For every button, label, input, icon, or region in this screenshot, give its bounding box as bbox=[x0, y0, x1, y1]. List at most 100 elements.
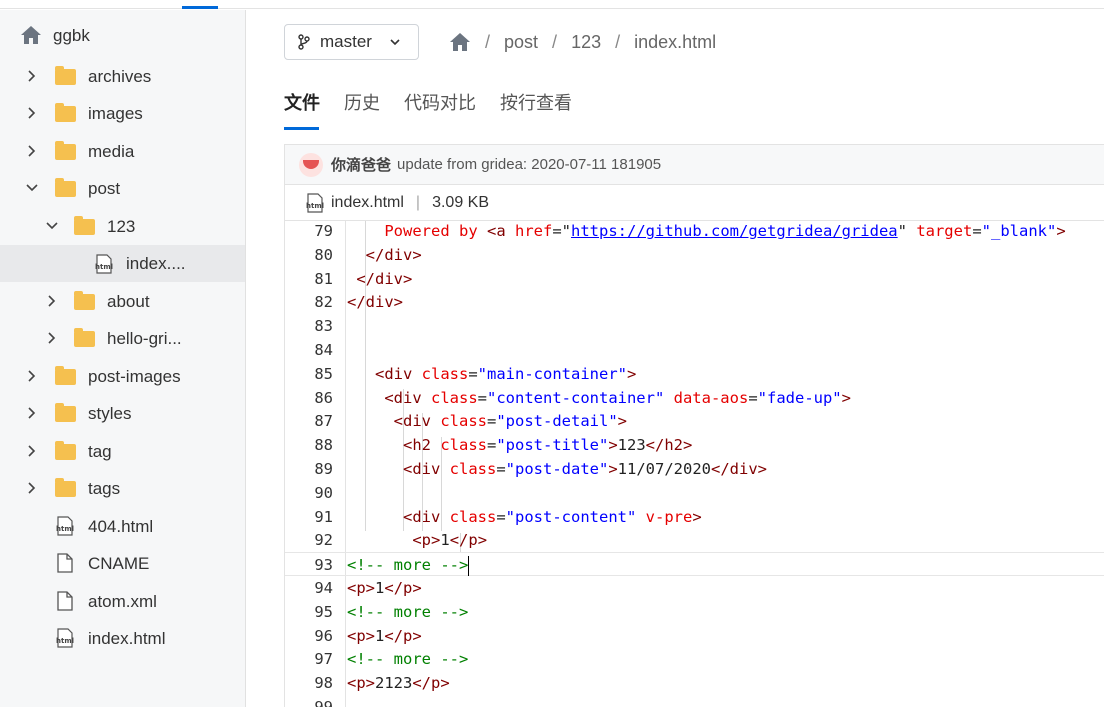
tree-item-archives[interactable]: archives bbox=[0, 58, 245, 95]
avatar[interactable] bbox=[299, 152, 323, 177]
tree-item-label: styles bbox=[88, 403, 132, 423]
home-icon bbox=[20, 25, 42, 50]
chevron-down-icon[interactable] bbox=[26, 182, 38, 194]
tree-item-images[interactable]: images bbox=[0, 95, 245, 132]
breadcrumb-item[interactable]: post bbox=[504, 32, 538, 53]
chevron-right-icon[interactable] bbox=[26, 107, 38, 119]
line-number: 96 bbox=[314, 626, 333, 645]
line-number: 83 bbox=[314, 317, 333, 336]
tab-diff[interactable]: 代码对比 bbox=[404, 90, 476, 130]
tree-item-post[interactable]: post bbox=[0, 170, 245, 207]
chevron-right-icon[interactable] bbox=[26, 70, 38, 82]
svg-text:html: html bbox=[56, 525, 74, 533]
code-line: 94 <p>1</p> bbox=[285, 576, 1104, 600]
line-number: 84 bbox=[314, 341, 333, 359]
line-content: Powered by <a href="https://github.com/g… bbox=[375, 222, 1066, 240]
chevron-right-icon[interactable] bbox=[46, 332, 58, 344]
tree-item-hello-gridea[interactable]: hello-gri... bbox=[0, 320, 245, 357]
file-size: 3.09 KB bbox=[432, 193, 490, 211]
line-number: 85 bbox=[314, 364, 333, 383]
line-number: 91 bbox=[314, 507, 333, 526]
line-number: 92 bbox=[314, 531, 333, 550]
code-line: 90 bbox=[285, 481, 1104, 505]
tree-item-404-html[interactable]: html 404.html bbox=[0, 508, 245, 545]
folder-icon bbox=[74, 291, 95, 310]
chevron-right-icon[interactable] bbox=[26, 445, 38, 457]
line-content: <!-- more --> bbox=[347, 555, 470, 576]
line-number: 93 bbox=[314, 556, 333, 575]
folder-icon bbox=[74, 328, 95, 347]
chevron-right-icon[interactable] bbox=[26, 370, 38, 382]
commit-author[interactable]: 你滴爸爸 bbox=[331, 154, 391, 175]
tree-item-label: images bbox=[88, 103, 143, 123]
folder-icon bbox=[55, 178, 76, 197]
tree-item-styles[interactable]: styles bbox=[0, 395, 245, 432]
breadcrumb-item[interactable]: 123 bbox=[571, 32, 601, 53]
tree-item-atom-xml[interactable]: atom.xml bbox=[0, 583, 245, 620]
tree-item-123[interactable]: 123 bbox=[0, 208, 245, 245]
tree-item-label: atom.xml bbox=[88, 591, 157, 611]
breadcrumb-separator: / bbox=[485, 31, 491, 52]
breadcrumb-separator: / bbox=[615, 31, 621, 52]
tree-item-label: media bbox=[88, 141, 135, 161]
branch-selector[interactable]: master bbox=[284, 24, 419, 60]
breadcrumb: / post / 123 / index.html bbox=[449, 30, 716, 54]
code-line: 92 <p>1</p> bbox=[285, 528, 1104, 552]
html-file-icon: html bbox=[55, 516, 75, 536]
tree-item-label: tag bbox=[88, 441, 112, 461]
svg-text:html: html bbox=[56, 637, 74, 645]
html-file-icon: html bbox=[55, 628, 75, 648]
line-content: <div class="main-container"> bbox=[375, 364, 637, 383]
tree-item-label: index.... bbox=[126, 253, 186, 273]
tab-history[interactable]: 历史 bbox=[344, 90, 380, 130]
tree-item-cname[interactable]: CNAME bbox=[0, 545, 245, 582]
line-number: 99 bbox=[314, 698, 333, 707]
code-line: 91 <div class="post-content" v-pre> bbox=[285, 505, 1104, 529]
code-line: 97 <!-- more --> bbox=[285, 647, 1104, 671]
file-name: index.html bbox=[331, 193, 404, 211]
line-content: <div class="post-detail"> bbox=[393, 412, 628, 431]
tree-item-label: tags bbox=[88, 478, 121, 498]
html-file-icon: html bbox=[94, 254, 114, 274]
code-line: 84 bbox=[285, 338, 1104, 362]
chevron-down-icon[interactable] bbox=[46, 220, 58, 232]
code-line: 80 </div> bbox=[285, 243, 1104, 267]
line-content: <h2 class="post-title">123</h2> bbox=[403, 436, 693, 455]
repo-root[interactable]: ggbk bbox=[0, 17, 245, 54]
home-icon[interactable] bbox=[449, 32, 471, 52]
folder-icon bbox=[55, 478, 76, 497]
line-number: 90 bbox=[314, 483, 333, 502]
chevron-right-icon[interactable] bbox=[26, 482, 38, 494]
line-content: <!-- more --> bbox=[347, 602, 469, 621]
tree-item-label: post-images bbox=[88, 366, 181, 386]
chevron-right-icon[interactable] bbox=[26, 407, 38, 419]
tree-item-tags[interactable]: tags bbox=[0, 470, 245, 507]
tree-item-index-html-selected[interactable]: html index.... bbox=[0, 245, 245, 282]
tree-item-post-images[interactable]: post-images bbox=[0, 358, 245, 395]
code-line: 95 <!-- more --> bbox=[285, 600, 1104, 624]
tree-item-tag[interactable]: tag bbox=[0, 433, 245, 470]
line-number: 98 bbox=[314, 674, 333, 693]
commit-message[interactable]: update from gridea: 2020-07-11 181905 bbox=[397, 156, 661, 173]
branch-icon bbox=[298, 34, 310, 50]
top-strip bbox=[0, 0, 1104, 9]
tree-item-index-html[interactable]: html index.html bbox=[0, 620, 245, 657]
tree-item-label: 404.html bbox=[88, 516, 154, 536]
tab-files[interactable]: 文件 bbox=[284, 90, 320, 130]
line-content: </div> bbox=[356, 269, 413, 288]
code-line: 96 <p>1</p> bbox=[285, 624, 1104, 648]
code-line: 82 </div> bbox=[285, 290, 1104, 314]
chevron-right-icon[interactable] bbox=[26, 145, 38, 157]
line-number: 89 bbox=[314, 460, 333, 478]
tree-item-about[interactable]: about bbox=[0, 283, 245, 320]
tree-item-label: index.html bbox=[88, 628, 166, 648]
tree-item-label: CNAME bbox=[88, 553, 150, 573]
line-content: <p>1</p> bbox=[412, 531, 488, 550]
code-viewer[interactable]: 79 Powered by <a href="https://github.co… bbox=[284, 221, 1104, 707]
tree-item-media[interactable]: media bbox=[0, 133, 245, 170]
tab-blame[interactable]: 按行查看 bbox=[500, 90, 572, 130]
code-line: 83 bbox=[285, 314, 1104, 338]
line-content: <p>2123</p> bbox=[347, 674, 450, 693]
code-line: 98 <p>2123</p> bbox=[285, 671, 1104, 695]
chevron-right-icon[interactable] bbox=[46, 295, 58, 307]
